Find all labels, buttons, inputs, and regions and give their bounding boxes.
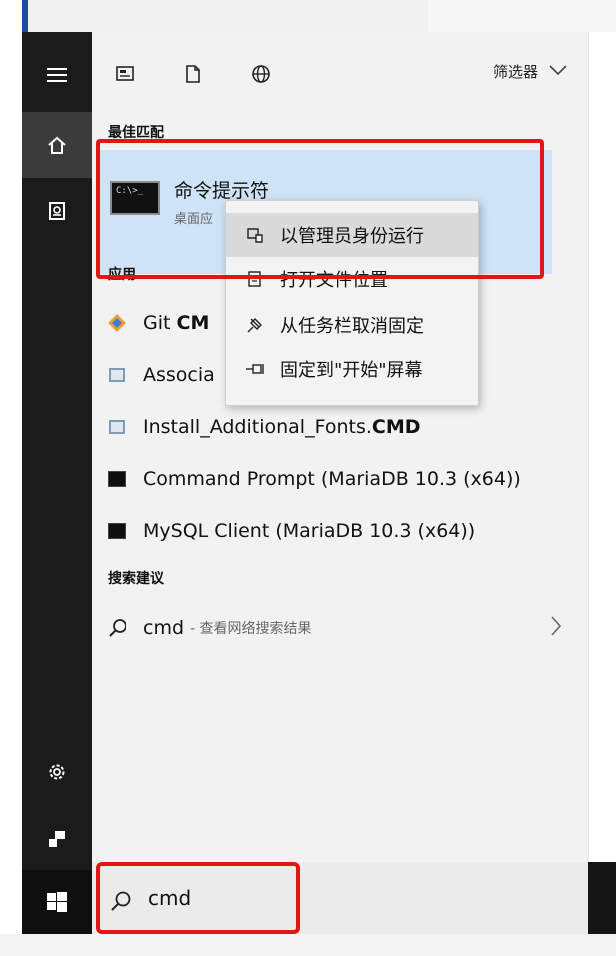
suggestion-query: cmd bbox=[143, 617, 185, 639]
start-rail bbox=[22, 32, 92, 934]
accent-bar bbox=[22, 0, 28, 32]
pin-icon bbox=[244, 362, 266, 376]
home-icon bbox=[48, 136, 66, 154]
chevron-right-icon[interactable] bbox=[550, 615, 562, 643]
pin-to-start-menu-item[interactable]: 固定到"开始"屏幕 bbox=[226, 347, 478, 391]
best-match-heading: 最佳匹配 bbox=[108, 125, 164, 141]
hamburger-icon bbox=[47, 68, 67, 82]
apps-heading: 应用 bbox=[108, 267, 136, 283]
documents-button[interactable] bbox=[22, 178, 92, 244]
window-top-strip bbox=[28, 0, 428, 32]
search-box[interactable]: cmd bbox=[92, 862, 588, 934]
menu-item-label: 从任务栏取消固定 bbox=[280, 316, 424, 337]
app-row-label: Install_Additional_Fonts.CMD bbox=[143, 416, 421, 438]
app-row-install-fonts[interactable]: Install_Additional_Fonts.CMD bbox=[92, 402, 588, 452]
search-icon bbox=[110, 890, 132, 916]
user-icon bbox=[49, 831, 65, 847]
menu-item-label: 固定到"开始"屏幕 bbox=[280, 360, 423, 381]
file-icon bbox=[108, 418, 126, 436]
gear-icon bbox=[49, 764, 65, 780]
filter-dropdown[interactable]: 筛选器 bbox=[493, 61, 568, 82]
web-filter-button[interactable] bbox=[244, 57, 278, 91]
app-row-label: Associa bbox=[143, 364, 215, 386]
windows-logo-icon bbox=[47, 892, 67, 912]
taskbar-right bbox=[588, 862, 616, 934]
desktop-right-strip bbox=[588, 32, 616, 862]
user-button[interactable] bbox=[22, 805, 92, 871]
web-suggestion-row[interactable]: cmd - 查看网络搜索结果 bbox=[92, 603, 588, 653]
menu-item-label: 以管理员身份运行 bbox=[280, 226, 424, 247]
git-icon bbox=[108, 314, 126, 332]
chevron-down-icon bbox=[548, 64, 568, 80]
bottom-strip bbox=[0, 934, 616, 956]
home-button[interactable] bbox=[22, 112, 92, 178]
suggestions-heading: 搜索建议 bbox=[108, 571, 164, 587]
window-top-right bbox=[428, 0, 616, 32]
best-match-title: 命令提示符 bbox=[174, 180, 270, 202]
menu-item-label: 打开文件位置 bbox=[280, 270, 388, 291]
search-results-panel: 筛选器 最佳匹配 C:\>_ 命令提示符 桌面应 应用 Git CM Assoc… bbox=[92, 32, 588, 862]
document-icon bbox=[186, 65, 200, 83]
settings-button[interactable] bbox=[22, 739, 92, 805]
filter-label: 筛选器 bbox=[492, 63, 538, 81]
console-icon bbox=[108, 522, 126, 540]
command-prompt-icon: C:\>_ bbox=[110, 181, 160, 215]
app-row-label: Git CM bbox=[143, 312, 210, 334]
unpin-icon bbox=[244, 316, 266, 334]
app-row-mysql-client[interactable]: MySQL Client (MariaDB 10.3 (x64)) bbox=[92, 506, 588, 556]
filter-toolbar: 筛选器 bbox=[92, 32, 588, 114]
web-icon bbox=[252, 65, 270, 83]
suggestion-hint: - 查看网络搜索结果 bbox=[190, 621, 312, 637]
documents-filter-button[interactable] bbox=[176, 57, 210, 91]
app-row-label: MySQL Client (MariaDB 10.3 (x64)) bbox=[143, 520, 476, 542]
desktop-background bbox=[0, 0, 22, 956]
search-icon bbox=[108, 619, 126, 637]
app-row-mariadb-prompt[interactable]: Command Prompt (MariaDB 10.3 (x64)) bbox=[92, 454, 588, 504]
hamburger-menu-button[interactable] bbox=[22, 42, 92, 108]
app-row-label: Command Prompt (MariaDB 10.3 (x64)) bbox=[143, 468, 521, 490]
shield-icon bbox=[244, 226, 266, 244]
apps-filter-button[interactable] bbox=[108, 57, 142, 91]
folder-icon bbox=[244, 270, 266, 288]
open-file-location-menu-item[interactable]: 打开文件位置 bbox=[226, 257, 478, 301]
start-button[interactable] bbox=[22, 870, 92, 934]
unpin-taskbar-menu-item[interactable]: 从任务栏取消固定 bbox=[226, 303, 478, 347]
book-icon bbox=[49, 202, 65, 220]
search-input[interactable]: cmd bbox=[148, 886, 191, 910]
context-menu: 以管理员身份运行 打开文件位置 从任务栏取消固定 固定到"开始"屏幕 bbox=[225, 200, 479, 406]
file-icon bbox=[108, 366, 126, 384]
best-match-subtitle: 桌面应 bbox=[174, 212, 214, 227]
apps-icon bbox=[116, 66, 134, 81]
console-icon bbox=[108, 470, 126, 488]
run-as-admin-menu-item[interactable]: 以管理员身份运行 bbox=[226, 213, 478, 257]
